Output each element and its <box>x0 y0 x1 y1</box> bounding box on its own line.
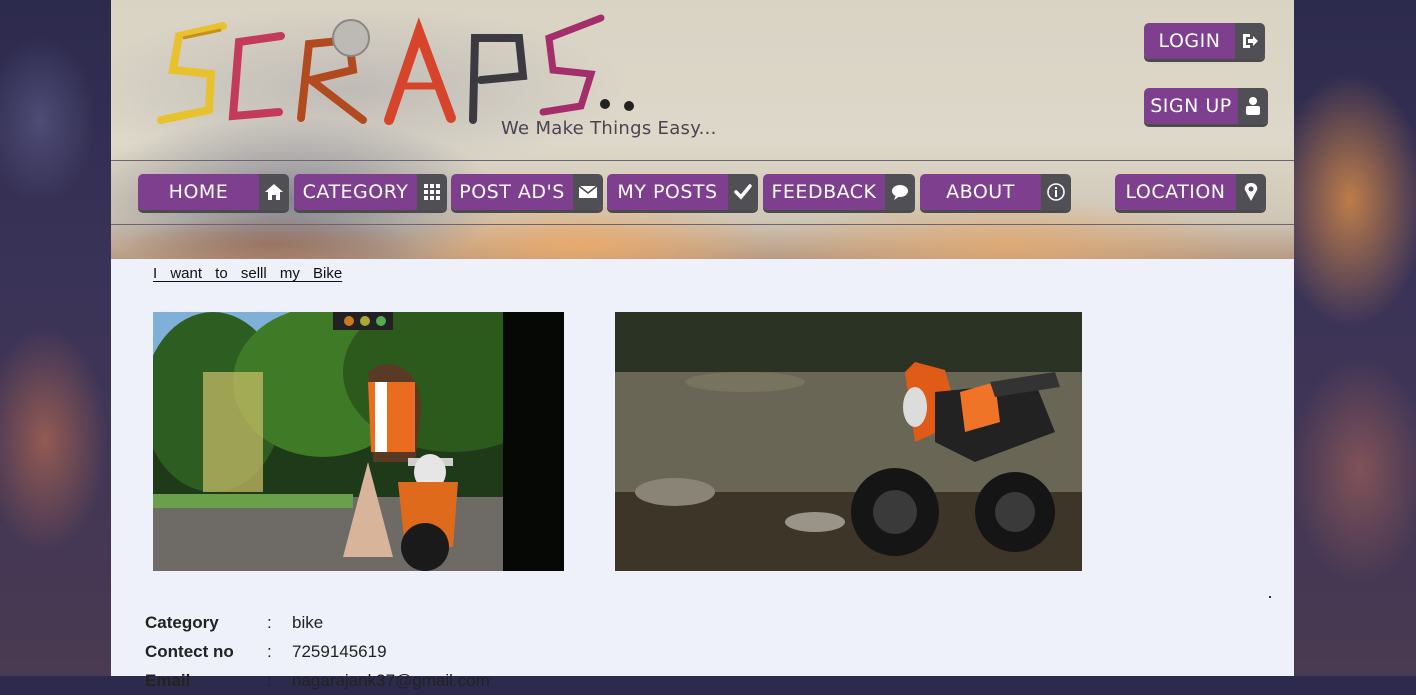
site-tagline: We Make Things Easy... <box>501 118 717 139</box>
nav-location[interactable]: LOCATION <box>1115 174 1266 210</box>
nav-location-label: LOCATION <box>1115 174 1236 210</box>
detail-key: Email <box>145 670 191 690</box>
location-pin-icon <box>1236 174 1266 210</box>
nav-my-posts-label: MY POSTS <box>607 174 728 210</box>
nav-feedback[interactable]: FEEDBACK <box>763 174 915 210</box>
signup-label: SIGN UP <box>1144 88 1238 124</box>
login-icon <box>1235 23 1265 59</box>
detail-row-category: Category : bike <box>145 608 490 637</box>
chat-icon <box>885 174 915 210</box>
mail-icon <box>573 174 603 210</box>
detail-value: bike <box>292 612 324 632</box>
detail-separator: : <box>267 641 272 661</box>
nav-about-label: ABOUT <box>920 174 1041 210</box>
bike-photo-2[interactable] <box>615 312 1082 571</box>
nav-my-posts[interactable]: MY POSTS <box>607 174 758 210</box>
stray-dot <box>1269 596 1271 598</box>
nav-home[interactable]: HOME <box>138 174 289 210</box>
page-wrapper: We Make Things Easy... LOGIN SIGN UP HOM… <box>111 0 1294 690</box>
login-button[interactable]: LOGIN <box>1144 23 1265 59</box>
detail-key: Category <box>145 612 219 632</box>
nav-feedback-label: FEEDBACK <box>763 174 885 210</box>
check-icon <box>728 174 758 210</box>
detail-row-email: Email : nagarajank37@gmail.com <box>145 666 490 695</box>
site-header: We Make Things Easy... LOGIN SIGN UP HOM… <box>111 0 1294 259</box>
nav-post-ads[interactable]: POST AD'S <box>451 174 603 210</box>
nav-post-ads-label: POST AD'S <box>451 174 573 210</box>
post-details: Category : bike Contect no : 7259145619 … <box>145 608 490 695</box>
detail-separator: : <box>267 612 272 632</box>
detail-key: Contect no <box>145 641 234 661</box>
bike-photo-2-image <box>615 312 1082 571</box>
nav-category[interactable]: CATEGORY <box>294 174 447 210</box>
nav-top-divider <box>111 160 1294 161</box>
home-icon <box>259 174 289 210</box>
detail-separator: : <box>267 670 272 690</box>
bike-photo-1-image <box>153 312 564 571</box>
detail-value: 7259145619 <box>292 641 387 661</box>
nav-home-label: HOME <box>138 174 259 210</box>
grid-icon <box>417 174 447 210</box>
post-content: I want to selll my Bike Category: bike … <box>111 259 1294 690</box>
post-title[interactable]: I want to selll my Bike <box>153 265 342 282</box>
nav-bottom-divider <box>111 224 1294 225</box>
login-label: LOGIN <box>1144 23 1235 59</box>
user-icon <box>1238 88 1268 124</box>
nav-about[interactable]: ABOUT <box>920 174 1071 210</box>
nav-category-label: CATEGORY <box>294 174 417 210</box>
info-icon <box>1041 174 1071 210</box>
bike-photo-1[interactable] <box>153 312 564 571</box>
signup-button[interactable]: SIGN UP <box>1144 88 1268 124</box>
detail-value[interactable]: nagarajank37@gmail.com <box>292 671 490 691</box>
detail-row-contact: Contect no : 7259145619 <box>145 637 490 666</box>
